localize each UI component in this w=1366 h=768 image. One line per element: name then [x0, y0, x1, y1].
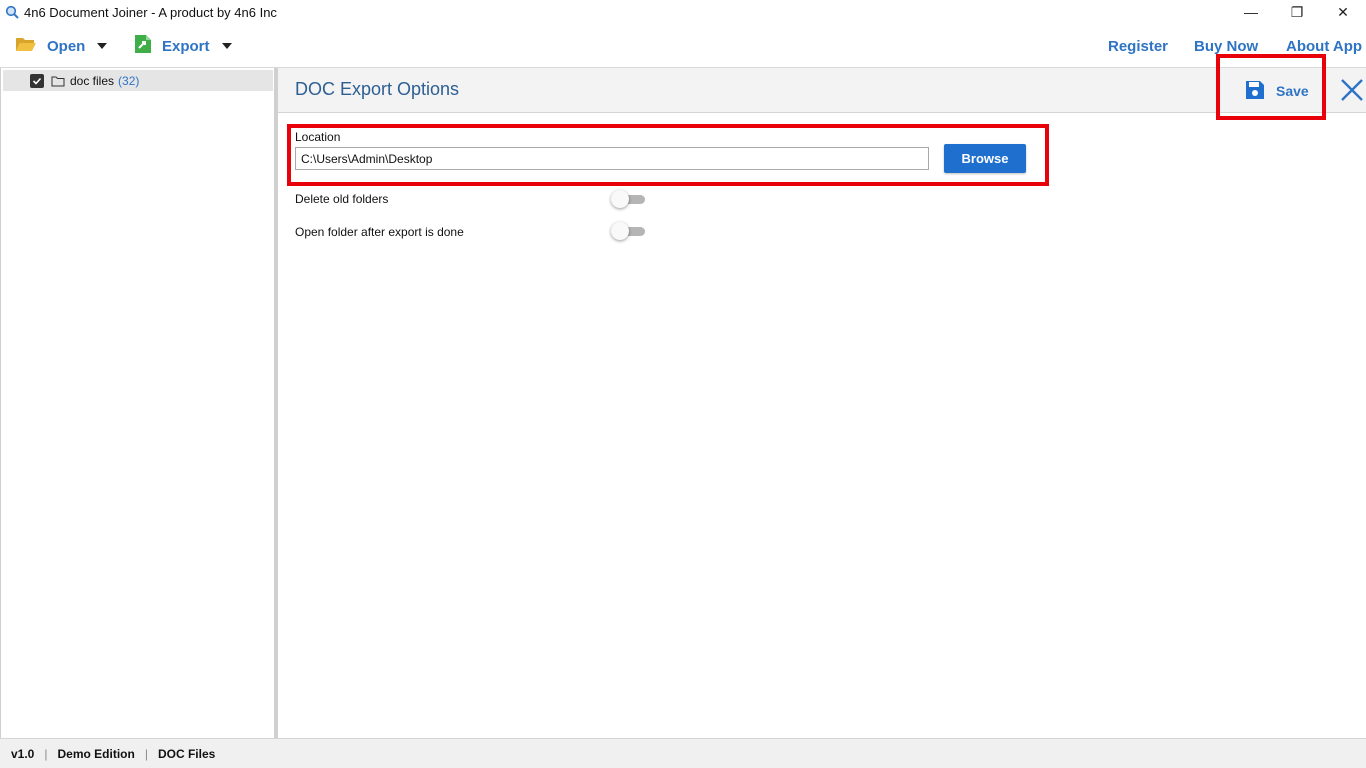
sidebar: doc files (32)	[0, 68, 275, 738]
window-title: 4n6 Document Joiner - A product by 4n6 I…	[24, 4, 277, 20]
app-search-icon	[4, 4, 20, 20]
open-button[interactable]: Open	[15, 24, 108, 68]
toggle-knob[interactable]	[611, 190, 629, 208]
delete-old-folders-toggle[interactable]	[611, 190, 645, 208]
folder-open-icon	[15, 35, 37, 57]
chevron-down-icon[interactable]	[97, 43, 108, 49]
close-window-button[interactable]: ✕	[1320, 0, 1366, 24]
status-separator: |	[44, 746, 48, 761]
status-bar: v1.0 | Demo Edition | DOC Files	[0, 738, 1366, 768]
open-folder-after-export-toggle[interactable]	[611, 222, 645, 240]
location-highlight-box	[287, 124, 1049, 186]
edition-label: Demo Edition	[57, 746, 135, 761]
close-panel-icon[interactable]	[1338, 76, 1366, 104]
status-separator: |	[144, 746, 148, 761]
open-label: Open	[47, 37, 86, 55]
delete-old-folders-label: Delete old folders	[295, 192, 389, 206]
export-file-icon	[134, 34, 152, 58]
export-button[interactable]: Export	[134, 24, 232, 68]
register-link[interactable]: Register	[1108, 24, 1168, 68]
minimize-button[interactable]: —	[1228, 0, 1274, 24]
page-title: DOC Export Options	[295, 79, 460, 99]
tree-item-count: (32)	[118, 73, 140, 88]
version-label: v1.0	[11, 746, 35, 761]
save-highlight-box	[1216, 54, 1326, 120]
chevron-down-icon[interactable]	[221, 43, 232, 49]
title-bar: 4n6 Document Joiner - A product by 4n6 I…	[0, 0, 1366, 24]
tree-item-label: doc files	[70, 73, 115, 88]
window-controls: — ❐ ✕	[1228, 0, 1366, 24]
checkbox-checked-icon[interactable]	[30, 73, 44, 88]
export-label: Export	[162, 37, 210, 55]
toolbar: Open Export Register Buy Now About App	[0, 24, 1366, 68]
folder-icon	[51, 75, 65, 87]
open-folder-after-export-label: Open folder after export is done	[295, 225, 464, 239]
file-type-label: DOC Files	[157, 746, 216, 761]
panel-header: DOC Export Options Save	[278, 68, 1366, 113]
toggle-knob[interactable]	[611, 222, 629, 240]
restore-button[interactable]: ❐	[1274, 0, 1320, 24]
tree-item-doc-files[interactable]: doc files (32)	[3, 70, 273, 91]
